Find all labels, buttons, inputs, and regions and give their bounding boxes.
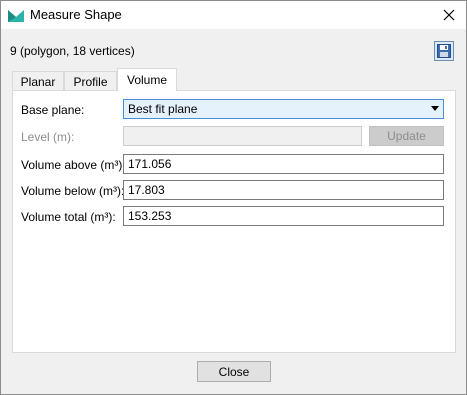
title-bar[interactable]: Measure Shape [1,1,466,29]
level-field[interactable] [123,126,362,146]
app-icon [8,8,24,22]
save-icon[interactable] [434,41,454,61]
update-button[interactable]: Update [369,126,444,146]
base-plane-select[interactable]: Best fit plane [123,99,444,119]
close-icon[interactable] [437,5,461,25]
volume-total-field[interactable]: 153.253 [123,206,444,226]
level-label: Level (m): [21,130,75,144]
tab-volume[interactable]: Volume [117,68,177,91]
volume-below-label: Volume below (m³): [21,184,125,198]
shape-info: 9 (polygon, 18 vertices) [10,44,135,58]
volume-above-field[interactable]: 171.056 [123,154,444,174]
chevron-down-icon [431,106,439,111]
volume-total-label: Volume total (m³): [21,210,116,224]
tab-planar[interactable]: Planar [12,71,64,91]
volume-below-field[interactable]: 17.803 [123,180,444,200]
tab-profile[interactable]: Profile [64,71,117,91]
close-button[interactable]: Close [197,361,271,382]
volume-panel: Base plane: Best fit plane Level (m): Up… [12,90,456,353]
window-title: Measure Shape [30,7,122,22]
measure-shape-dialog: Measure Shape 9 (polygon, 18 vertices) P… [0,0,467,395]
base-plane-label: Base plane: [21,103,85,117]
volume-above-label: Volume above (m³): [21,158,126,172]
base-plane-value: Best fit plane [128,102,198,116]
